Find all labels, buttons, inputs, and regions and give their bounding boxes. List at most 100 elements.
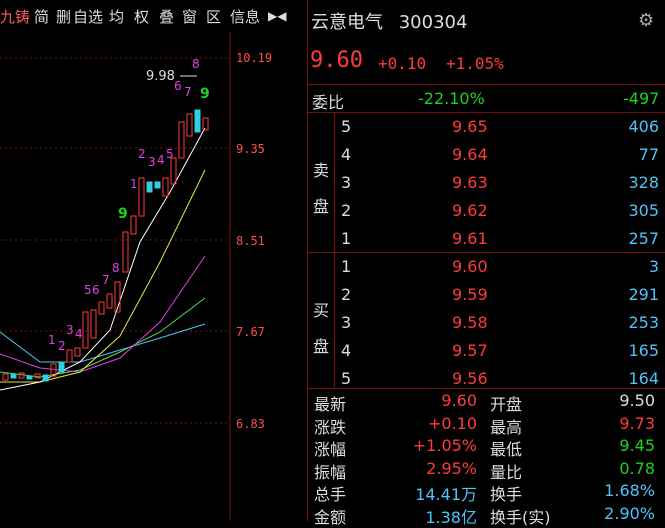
collapse-arrow-icon[interactable]: ▶◀ [268, 9, 286, 23]
buy-price: 9.60 [452, 257, 488, 276]
price-level-label: 6.83 [236, 417, 265, 431]
stat-value: +1.05% [412, 436, 477, 455]
buy-label: 买盘 [313, 301, 330, 356]
buy-price: 9.57 [452, 341, 488, 360]
peak-price-label: 9.98 [146, 69, 175, 84]
price-level-label: 7.67 [236, 325, 265, 339]
candles [2, 109, 209, 382]
weibi-diff: -497 [623, 89, 660, 108]
svg-text:2: 2 [138, 147, 146, 161]
buy-side-box: 买盘 [308, 253, 335, 388]
stat-value: 9.60 [441, 391, 477, 410]
candle [138, 177, 145, 217]
candle [154, 181, 161, 189]
buy-volume: 3 [648, 257, 659, 276]
sell-level: 4 [341, 145, 352, 164]
last-price: 9.60 [310, 48, 363, 73]
stat-value: +0.10 [427, 413, 477, 433]
stat-label: 量比 [490, 462, 523, 482]
sell-volume: 305 [628, 201, 659, 220]
svg-text:1: 1 [130, 177, 138, 191]
overlay-button[interactable]: 叠 [159, 6, 174, 27]
ma-button[interactable]: 均 [109, 6, 124, 27]
sell-level: 3 [341, 173, 352, 192]
stat-label: 涨跌 [314, 417, 347, 437]
svg-text:4: 4 [157, 153, 165, 167]
price-change-pct: +1.05% [446, 54, 504, 73]
watchlist-button[interactable]: 自选 [73, 6, 103, 27]
sell-volume: 328 [628, 173, 659, 192]
stat-label: 金额 [314, 507, 347, 527]
stat-label: 最低 [490, 440, 523, 459]
sell-volume: 406 [628, 117, 659, 136]
buy-level: 5 [341, 369, 352, 388]
candle [98, 301, 105, 315]
buy-price: 9.59 [452, 285, 488, 304]
candle [42, 374, 49, 382]
buy-price: 9.58 [452, 313, 488, 332]
stat-value: 2.90% [604, 503, 655, 523]
candle [66, 349, 73, 363]
candle [170, 157, 177, 185]
stock-short-name[interactable]: 九铸 [0, 6, 30, 27]
candle [90, 309, 97, 339]
candle [130, 215, 137, 235]
svg-text:3: 3 [66, 323, 74, 337]
kline-chart[interactable]: 10.19 9.35 8.51 7.67 6.83 9.98 1 23 45 6… [0, 32, 306, 521]
stat-value: 9.73 [619, 413, 655, 433]
sell-volume: 257 [628, 229, 659, 248]
candle [202, 117, 209, 131]
svg-text:1: 1 [48, 333, 56, 347]
svg-text:9: 9 [118, 206, 128, 222]
sell-side-box: 卖盘 [308, 113, 335, 252]
stat-label: 最新 [314, 395, 347, 414]
buy-level: 2 [341, 285, 352, 304]
sell-level: 2 [341, 201, 352, 220]
price-level-label: 8.51 [236, 234, 265, 248]
svg-text:7: 7 [102, 273, 110, 287]
buy-level: 3 [341, 313, 352, 332]
chart-toolbar: 九铸 简 删 自选 均 权 叠 窗 区 信息 ▶◀ [0, 0, 306, 32]
stat-value: 1.38亿 [425, 507, 477, 527]
quote-panel: 云意电气 300304 ⚙ 9.60 +0.10 +1.05% 委比 -22.1… [308, 0, 665, 527]
info-button[interactable]: 信息 [230, 6, 260, 27]
candle [10, 373, 17, 379]
window-button[interactable]: 窗 [182, 6, 197, 27]
svg-text:3: 3 [148, 155, 156, 169]
candle [162, 177, 169, 197]
buy-volume: 291 [628, 285, 659, 304]
range-button[interactable]: 区 [206, 6, 221, 27]
sell-price: 9.64 [452, 145, 488, 164]
stock-title: 云意电气 300304 [311, 8, 467, 34]
buy-level: 1 [341, 257, 352, 276]
ma60-line [0, 323, 206, 363]
stat-value: 14.41万 [415, 485, 477, 504]
adjust-button[interactable]: 权 [134, 6, 149, 27]
svg-text:6: 6 [92, 283, 100, 297]
ma5-line [0, 127, 206, 391]
sell-price: 9.63 [452, 173, 488, 192]
divider [308, 252, 665, 253]
candle [106, 293, 113, 309]
divider [308, 388, 665, 389]
stat-label: 换手 [490, 485, 523, 504]
stat-value: 2.95% [426, 458, 477, 478]
stat-value: 9.50 [619, 391, 655, 410]
stat-value: 1.68% [604, 481, 655, 500]
stock-code: 300304 [398, 12, 468, 33]
stat-label: 涨幅 [314, 440, 347, 459]
gear-icon[interactable]: ⚙ [638, 10, 654, 31]
stat-label: 总手 [314, 485, 347, 504]
simple-button[interactable]: 简 [34, 6, 49, 27]
sell-volume: 77 [638, 145, 659, 164]
buy-volume: 165 [628, 341, 659, 360]
candle [146, 181, 153, 193]
candle [2, 373, 9, 381]
candle [178, 121, 185, 159]
weibi-pct: -22.10% [418, 89, 485, 108]
svg-text:8: 8 [192, 57, 200, 71]
candle [186, 113, 193, 137]
stat-label: 振幅 [314, 462, 347, 482]
delete-button[interactable]: 删 [56, 6, 71, 27]
buy-volume: 164 [628, 369, 659, 388]
